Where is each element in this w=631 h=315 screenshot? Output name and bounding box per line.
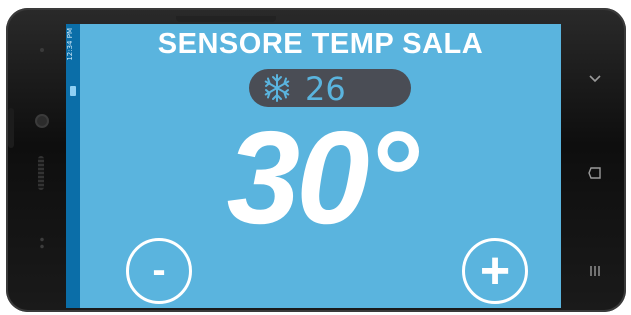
thermostat-screen: SENSORE TEMP SALA 26 30° - + bbox=[80, 24, 561, 308]
nav-recent-button[interactable] bbox=[582, 258, 608, 284]
nav-back-button[interactable] bbox=[582, 66, 608, 92]
plus-icon: + bbox=[479, 242, 511, 300]
sensor-dots bbox=[40, 236, 44, 250]
current-temperature: 30° bbox=[226, 104, 419, 251]
setpoint-pill[interactable]: 26 bbox=[249, 69, 411, 108]
status-time: 12:34 PM bbox=[66, 28, 74, 61]
proximity-sensor bbox=[40, 48, 44, 52]
nav-home-button[interactable] bbox=[582, 160, 608, 186]
battery-icon bbox=[70, 86, 76, 96]
earpiece-speaker bbox=[38, 156, 44, 190]
home-icon bbox=[588, 167, 601, 179]
chevron-down-icon bbox=[589, 75, 601, 83]
top-edge-button bbox=[176, 16, 276, 22]
page-title: SENSORE TEMP SALA bbox=[157, 28, 484, 60]
decrease-button[interactable]: - bbox=[126, 238, 192, 304]
minus-icon: - bbox=[152, 248, 166, 292]
recent-apps-icon bbox=[590, 266, 600, 276]
front-camera-icon bbox=[37, 116, 47, 126]
status-bar: 12:34 PM bbox=[66, 24, 80, 308]
snowflake-icon bbox=[264, 74, 290, 102]
side-power-button bbox=[8, 108, 14, 148]
setpoint-value: 26 bbox=[305, 70, 346, 108]
increase-button[interactable]: + bbox=[462, 238, 528, 304]
